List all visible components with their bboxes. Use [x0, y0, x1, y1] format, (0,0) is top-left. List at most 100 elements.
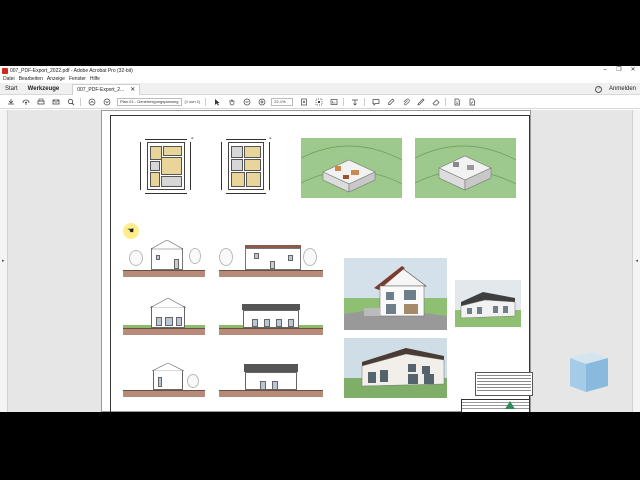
dimension-line	[269, 142, 270, 190]
minimize-button[interactable]: –	[598, 66, 612, 75]
close-button[interactable]: ✕	[626, 66, 640, 75]
dimension-line	[226, 139, 266, 140]
email-icon[interactable]	[51, 97, 60, 106]
save-icon[interactable]	[6, 97, 15, 106]
perspective-render-3	[344, 338, 447, 398]
document-tab-close-icon[interactable]: ✕	[130, 86, 135, 93]
highlight-pen-icon[interactable]	[386, 97, 395, 106]
room	[150, 172, 160, 187]
elevation-north	[152, 363, 184, 390]
room	[163, 146, 182, 156]
floor-plan-upper	[228, 142, 264, 190]
zoom-in-icon[interactable]	[257, 97, 266, 106]
eraser-icon[interactable]	[431, 97, 440, 106]
section-drawing-2	[245, 245, 301, 270]
window	[156, 317, 162, 326]
toolbar-separator	[343, 97, 345, 106]
dimension-line	[145, 193, 187, 194]
pdf-page[interactable]: ⊕ ⊕	[101, 110, 533, 412]
zoom-out-icon[interactable]	[242, 97, 251, 106]
document-tab-label: 007_PDF-Export_2...	[77, 86, 125, 93]
menu-window[interactable]: Fenster	[69, 76, 86, 82]
elevation-south	[150, 298, 186, 328]
channel-watermark-logo	[566, 348, 610, 396]
window	[254, 253, 259, 259]
toolbar-separator	[80, 97, 81, 106]
north-arrow-icon: ⊕	[269, 136, 272, 140]
menu-help[interactable]: Hilfe	[90, 76, 100, 82]
help-icon[interactable]: ?	[594, 85, 602, 93]
room	[150, 161, 160, 171]
dimension-line	[226, 193, 266, 194]
document-workspace[interactable]: ▸ ◂ ⊕ ⊕ ☚	[0, 110, 640, 412]
window	[288, 255, 293, 261]
section-drawing-1	[151, 240, 183, 270]
tab-tools[interactable]: Werkzeuge	[23, 83, 65, 95]
north-arrow-icon: ⊕	[191, 136, 194, 140]
room	[246, 172, 261, 187]
search-icon[interactable]	[66, 97, 75, 106]
previous-page-icon[interactable]	[87, 97, 96, 106]
hand-tool-icon[interactable]	[227, 97, 236, 106]
door	[165, 317, 173, 326]
draw-pencil-icon[interactable]	[416, 97, 425, 106]
room	[231, 172, 245, 187]
perspective-render-2	[455, 280, 521, 327]
room	[244, 159, 261, 171]
comment-icon[interactable]	[371, 97, 380, 106]
upload-icon[interactable]	[21, 97, 30, 106]
attach-icon[interactable]	[401, 97, 410, 106]
company-logo-icon	[505, 401, 515, 409]
menu-view[interactable]: Anzeige	[47, 76, 65, 82]
dimension-line	[145, 139, 187, 140]
collapse-right-icon[interactable]: ◂	[635, 258, 638, 264]
zoom-level-field[interactable]: 22,1%	[271, 97, 294, 106]
door	[260, 381, 266, 390]
signin-link[interactable]: Anmelden	[609, 86, 636, 92]
scroll-mode-icon[interactable]	[350, 97, 359, 106]
drawing-frame: ⊕ ⊕	[110, 115, 533, 412]
room	[161, 176, 182, 187]
menu-edit[interactable]: Bearbeiten	[19, 76, 43, 82]
dimension-line	[140, 142, 141, 190]
tab-start[interactable]: Start	[0, 83, 23, 95]
select-cursor-icon[interactable]	[212, 97, 221, 106]
window	[252, 319, 258, 327]
dimension-line	[221, 142, 222, 190]
menu-bar: Datei Bearbeiten Anzeige Fenster Hilfe	[0, 75, 640, 83]
edit-pdf-icon[interactable]	[467, 97, 476, 106]
window	[176, 317, 182, 326]
export-pdf-icon[interactable]	[452, 97, 461, 106]
ground-elevation	[123, 390, 205, 397]
tab-bar: Start Werkzeuge 007_PDF-Export_2... ✕ ? …	[0, 83, 640, 95]
ground-elevation	[123, 328, 205, 335]
maximize-button[interactable]: ❐	[612, 66, 626, 75]
elevation-east	[242, 304, 300, 328]
fit-page-icon[interactable]	[299, 97, 308, 106]
marquee-zoom-icon[interactable]	[314, 97, 323, 106]
roof	[242, 304, 300, 310]
menu-file[interactable]: Datei	[3, 76, 15, 82]
next-page-icon[interactable]	[102, 97, 111, 106]
window	[158, 377, 162, 387]
expand-left-icon[interactable]: ▸	[2, 258, 5, 264]
left-panel-toggle[interactable]: ▸	[0, 110, 8, 412]
roof	[244, 364, 298, 372]
window	[288, 319, 294, 327]
ground-elevation	[219, 328, 323, 335]
toolbar-separator	[445, 97, 447, 106]
right-panel-toggle[interactable]: ◂	[632, 110, 640, 412]
window-title: 007_PDF-Export_2022.pdf - Adobe Acrobat …	[10, 67, 133, 74]
room	[231, 146, 243, 158]
toolbar: Plan 01 - Genehmigungsplanung (1 von 1) …	[0, 95, 640, 109]
room	[244, 146, 261, 158]
page-number-field[interactable]: Plan 01 - Genehmigungsplanung	[117, 97, 182, 106]
acrobat-window: 007_PDF-Export_2022.pdf - Adobe Acrobat …	[0, 66, 640, 412]
print-icon[interactable]	[36, 97, 45, 106]
tab-document[interactable]: 007_PDF-Export_2... ✕	[72, 83, 141, 95]
title-block	[461, 399, 529, 412]
perspective-render-1	[344, 258, 447, 330]
account-area: ? Anmelden	[594, 83, 636, 95]
full-screen-icon[interactable]	[329, 97, 338, 106]
legend-table	[475, 372, 533, 396]
